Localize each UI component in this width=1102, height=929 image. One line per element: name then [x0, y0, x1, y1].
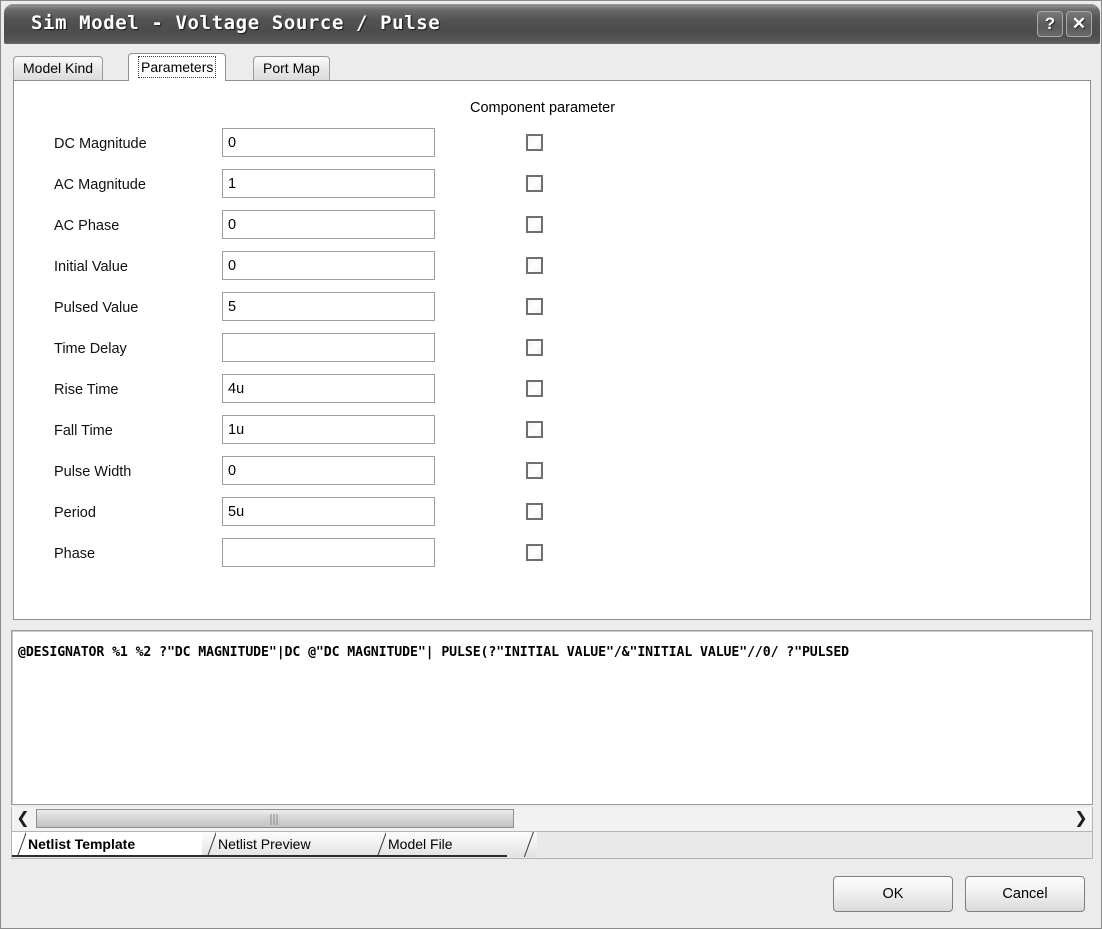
parameter-row: Pulsed Value [14, 288, 1090, 329]
netlist-template-text: @DESIGNATOR %1 %2 ?"DC MAGNITUDE"|DC @"D… [18, 645, 849, 660]
titlebar-buttons: ? ✕ [1037, 11, 1092, 37]
checkbox-time-delay[interactable] [526, 339, 543, 356]
input-time-delay[interactable] [222, 333, 435, 362]
bottom-tab-netlist-template-label: Netlist Template [28, 836, 136, 852]
close-icon[interactable]: ✕ [1066, 11, 1092, 37]
label-fall-time: Fall Time [54, 423, 113, 439]
tab-slash-left-icon [12, 832, 26, 857]
tab-slash-left-icon [372, 832, 386, 857]
parameter-row: Pulse Width [14, 452, 1090, 493]
checkbox-phase[interactable] [526, 544, 543, 561]
parameter-row: Phase [14, 534, 1090, 575]
checkbox-ac-magnitude[interactable] [526, 175, 543, 192]
bottom-tab-model-file-label: Model File [388, 836, 453, 852]
checkbox-fall-time[interactable] [526, 421, 543, 438]
input-initial-value[interactable] [222, 251, 435, 280]
tab-underline [372, 855, 507, 857]
netlist-horizontal-scrollbar[interactable]: ❮ ❯ [11, 807, 1093, 832]
parameter-row: Period [14, 493, 1090, 534]
scrollbar-thumb[interactable] [36, 809, 514, 828]
ok-button[interactable]: OK [833, 876, 953, 912]
input-dc-magnitude[interactable] [222, 128, 435, 157]
bottom-tab-strip: Netlist Template Netlist Preview Model F… [11, 832, 1093, 859]
bottom-tab-netlist-template[interactable]: Netlist Template [12, 832, 232, 857]
dialog-footer: OK Cancel [5, 862, 1099, 926]
window-title: Sim Model - Voltage Source / Pulse [31, 12, 441, 34]
label-time-delay: Time Delay [54, 341, 127, 357]
input-period[interactable] [222, 497, 435, 526]
tab-model-kind-label: Model Kind [23, 60, 94, 76]
top-tab-strip: Model Kind Parameters Port Map [13, 53, 1091, 81]
input-pulsed-value[interactable] [222, 292, 435, 321]
label-rise-time: Rise Time [54, 382, 119, 398]
label-period: Period [54, 505, 96, 521]
netlist-template-textarea[interactable]: @DESIGNATOR %1 %2 ?"DC MAGNITUDE"|DC @"D… [11, 630, 1093, 805]
label-dc-magnitude: DC Magnitude [54, 136, 147, 152]
checkbox-pulsed-value[interactable] [526, 298, 543, 315]
parameter-row: Time Delay [14, 329, 1090, 370]
parameter-row: Rise Time [14, 370, 1090, 411]
checkbox-initial-value[interactable] [526, 257, 543, 274]
checkbox-ac-phase[interactable] [526, 216, 543, 233]
tab-underline [202, 855, 372, 857]
checkbox-rise-time[interactable] [526, 380, 543, 397]
parameter-row: AC Phase [14, 206, 1090, 247]
input-rise-time[interactable] [222, 374, 435, 403]
component-parameter-header: Component parameter [470, 100, 616, 116]
label-phase: Phase [54, 546, 96, 562]
input-fall-time[interactable] [222, 415, 435, 444]
cancel-button[interactable]: Cancel [965, 876, 1085, 912]
label-pulsed-value: Pulsed Value [54, 300, 139, 316]
tab-port-map-label: Port Map [263, 60, 320, 76]
parameter-row: DC Magnitude [14, 124, 1090, 165]
tab-parameters-label: Parameters [138, 56, 217, 78]
tab-parameters[interactable]: Parameters [128, 53, 227, 81]
input-ac-magnitude[interactable] [222, 169, 435, 198]
sim-model-dialog: Sim Model - Voltage Source / Pulse ? ✕ M… [0, 0, 1102, 929]
parameter-row: AC Magnitude [14, 165, 1090, 206]
label-ac-phase: AC Phase [54, 218, 120, 234]
bottom-tab-netlist-preview-label: Netlist Preview [218, 836, 311, 852]
scrollbar-grip-icon [270, 814, 280, 825]
input-pulse-width[interactable] [222, 456, 435, 485]
title-bar: Sim Model - Voltage Source / Pulse ? ✕ [4, 4, 1100, 44]
tab-model-kind[interactable]: Model Kind [13, 56, 104, 80]
active-tab-underline [12, 855, 202, 857]
tab-port-map[interactable]: Port Map [253, 56, 330, 80]
checkbox-dc-magnitude[interactable] [526, 134, 543, 151]
checkbox-period[interactable] [526, 503, 543, 520]
input-phase[interactable] [222, 538, 435, 567]
scroll-left-arrow-icon[interactable]: ❮ [12, 807, 34, 830]
label-initial-value: Initial Value [54, 259, 128, 275]
checkbox-pulse-width[interactable] [526, 462, 543, 479]
tab-slash-right-icon [524, 832, 538, 857]
label-pulse-width: Pulse Width [54, 464, 132, 480]
parameter-row: Fall Time [14, 411, 1090, 452]
bottom-tab-model-file[interactable]: Model File [372, 832, 537, 857]
tab-slash-left-icon [202, 832, 216, 857]
input-ac-phase[interactable] [222, 210, 435, 239]
label-ac-magnitude: AC Magnitude [54, 177, 146, 193]
parameter-row: Initial Value [14, 247, 1090, 288]
parameters-panel: Component parameter DC Magnitude AC Magn… [13, 80, 1091, 620]
help-icon[interactable]: ? [1037, 11, 1063, 37]
scroll-right-arrow-icon[interactable]: ❯ [1070, 807, 1092, 830]
